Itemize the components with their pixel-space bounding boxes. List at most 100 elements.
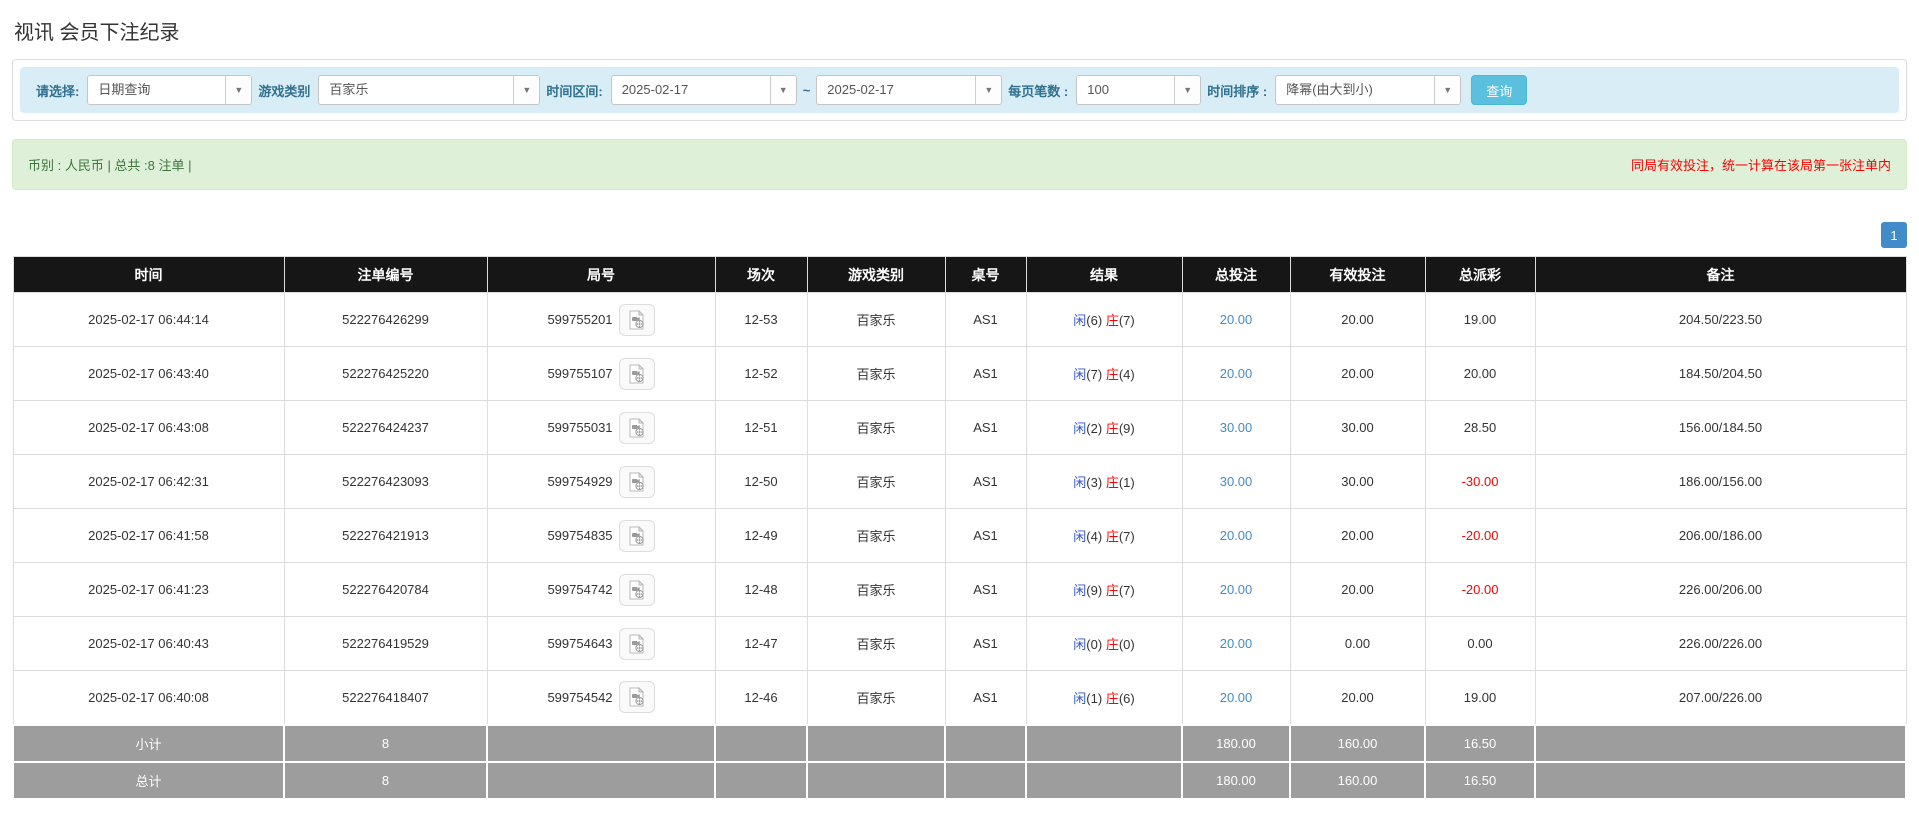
cell-total-bet: 30.00 (1181, 454, 1291, 509)
page-size-dropdown[interactable]: 100 ▼ (1076, 75, 1202, 105)
date-from-value: 2025-02-17 (621, 82, 689, 97)
total-label: 总计 (12, 760, 285, 800)
video-record-icon (629, 687, 644, 707)
page-button-1[interactable]: 1 (1881, 222, 1907, 248)
column-header: 注单编号 (283, 256, 488, 293)
total-empty-cell (1534, 760, 1907, 800)
video-playback-button[interactable] (618, 411, 655, 444)
time-sort-label: 时间排序 : (1207, 83, 1268, 99)
subtotal-empty-cell (486, 723, 716, 763)
total-row: 总计 8 180.00 160.00 16.50 (12, 760, 1907, 800)
total-empty-cell (1025, 760, 1183, 800)
page-size-value: 100 (1087, 82, 1109, 97)
video-playback-button[interactable] (618, 357, 655, 390)
cell-session: 12-50 (714, 454, 808, 509)
video-record-icon (629, 471, 644, 491)
cell-round: 599754643 (486, 616, 716, 671)
cell-time: 2025-02-17 06:43:08 (12, 400, 285, 455)
cell-remark: 186.00/156.00 (1534, 454, 1907, 509)
video-playback-button[interactable] (618, 681, 655, 714)
time-sort-dropdown[interactable]: 降幂(由大到小) ▼ (1275, 75, 1462, 105)
subtotal-count: 8 (283, 723, 488, 763)
cell-time: 2025-02-17 06:41:23 (12, 562, 285, 617)
cell-total-bet: 20.00 (1181, 292, 1291, 347)
cell-round: 599755107 (486, 346, 716, 401)
chevron-down-icon[interactable]: ▼ (975, 76, 1002, 104)
chevron-down-icon[interactable]: ▼ (513, 76, 540, 104)
cell-remark: 156.00/184.50 (1534, 400, 1907, 455)
game-type-dropdown[interactable]: 百家乐 ▼ (318, 75, 541, 105)
chevron-down-icon[interactable]: ▼ (225, 76, 252, 104)
chevron-down-icon[interactable]: ▼ (1434, 76, 1461, 104)
cell-table-no: AS1 (944, 562, 1027, 617)
cell-valid-bet: 20.00 (1289, 562, 1426, 617)
round-number: 599754929 (547, 474, 613, 489)
cell-result: 闲(6) 庄(7) (1025, 292, 1183, 347)
cell-valid-bet: 20.00 (1289, 346, 1426, 401)
video-record-icon (629, 633, 644, 653)
cell-valid-bet: 0.00 (1289, 616, 1426, 671)
cell-remark: 204.50/223.50 (1534, 292, 1907, 347)
video-playback-button[interactable] (618, 465, 655, 498)
cell-bet-id: 522276423093 (283, 454, 488, 509)
cell-bet-id: 522276419529 (283, 616, 488, 671)
total-bet-link[interactable]: 20.00 (1220, 636, 1253, 651)
total-empty-cell (714, 760, 808, 800)
subtotal-total-bet: 180.00 (1181, 723, 1291, 763)
cell-game-type: 百家乐 (806, 508, 946, 563)
cell-time: 2025-02-17 06:42:31 (12, 454, 285, 509)
total-bet-link[interactable]: 20.00 (1220, 582, 1253, 597)
cell-session: 12-46 (714, 670, 808, 725)
bet-records-table: 时间 注单编号 局号 场次 游戏类别 桌号 结果 总投注 有效投注 总派彩 备注 2025-02-1… (12, 256, 1907, 800)
total-total-bet: 180.00 (1181, 760, 1291, 800)
video-playback-button[interactable] (618, 303, 655, 336)
video-record-icon (629, 417, 644, 437)
date-from-picker[interactable]: 2025-02-17 ▼ (610, 75, 797, 105)
video-record-icon (629, 579, 644, 599)
video-record-icon (629, 309, 644, 329)
column-header: 有效投注 (1289, 256, 1426, 293)
video-playback-button[interactable] (618, 519, 655, 552)
round-number: 599754643 (547, 636, 613, 651)
cell-total-bet: 20.00 (1181, 346, 1291, 401)
cell-total-bet: 30.00 (1181, 400, 1291, 455)
total-bet-link[interactable]: 20.00 (1220, 312, 1253, 327)
cell-valid-bet: 20.00 (1289, 508, 1426, 563)
total-bet-link[interactable]: 20.00 (1220, 690, 1253, 705)
total-bet-link[interactable]: 20.00 (1220, 366, 1253, 381)
time-sort-value: 降幂(由大到小) (1286, 82, 1373, 97)
cell-round: 599754929 (486, 454, 716, 509)
video-playback-button[interactable] (618, 573, 655, 606)
column-header: 局号 (486, 256, 716, 293)
cell-table-no: AS1 (944, 400, 1027, 455)
table-body: 2025-02-17 06:44:14 522276426299 599755201… (12, 292, 1907, 800)
chevron-down-icon[interactable]: ▼ (1174, 76, 1201, 104)
cell-result: 闲(1) 庄(6) (1025, 670, 1183, 725)
cell-game-type: 百家乐 (806, 562, 946, 617)
cell-session: 12-51 (714, 400, 808, 455)
date-to-picker[interactable]: 2025-02-17 ▼ (816, 75, 1003, 105)
valid-bet-notice-text: 同局有效投注，统一计算在该局第一张注单内 (1630, 158, 1891, 173)
page-size-label: 每页笔数 : (1008, 83, 1069, 99)
subtotal-payout: 16.50 (1424, 723, 1536, 763)
cell-result: 闲(7) 庄(4) (1025, 346, 1183, 401)
cell-bet-id: 522276425220 (283, 346, 488, 401)
video-playback-button[interactable] (618, 627, 655, 660)
total-bet-link[interactable]: 30.00 (1220, 474, 1253, 489)
cell-table-no: AS1 (944, 346, 1027, 401)
cell-result: 闲(0) 庄(0) (1025, 616, 1183, 671)
cell-result: 闲(2) 庄(9) (1025, 400, 1183, 455)
round-number: 599755201 (547, 312, 613, 327)
query-type-label: 请选择: (36, 83, 80, 99)
chevron-down-icon[interactable]: ▼ (769, 76, 796, 104)
table-header-row: 时间 注单编号 局号 场次 游戏类别 桌号 结果 总投注 有效投注 总派彩 备注 (12, 256, 1907, 293)
table-row: 2025-02-17 06:40:43 522276419529 599754643… (12, 616, 1907, 671)
search-button[interactable]: 查询 (1471, 75, 1528, 105)
table-row: 2025-02-17 06:44:14 522276426299 599755201… (12, 292, 1907, 347)
range-tilde: ~ (802, 82, 811, 98)
page-title: 视讯 会员下注纪录 (14, 22, 180, 44)
total-bet-link[interactable]: 30.00 (1220, 420, 1253, 435)
query-type-dropdown[interactable]: 日期查询 ▼ (87, 75, 253, 105)
total-bet-link[interactable]: 20.00 (1220, 528, 1253, 543)
cell-table-no: AS1 (944, 616, 1027, 671)
